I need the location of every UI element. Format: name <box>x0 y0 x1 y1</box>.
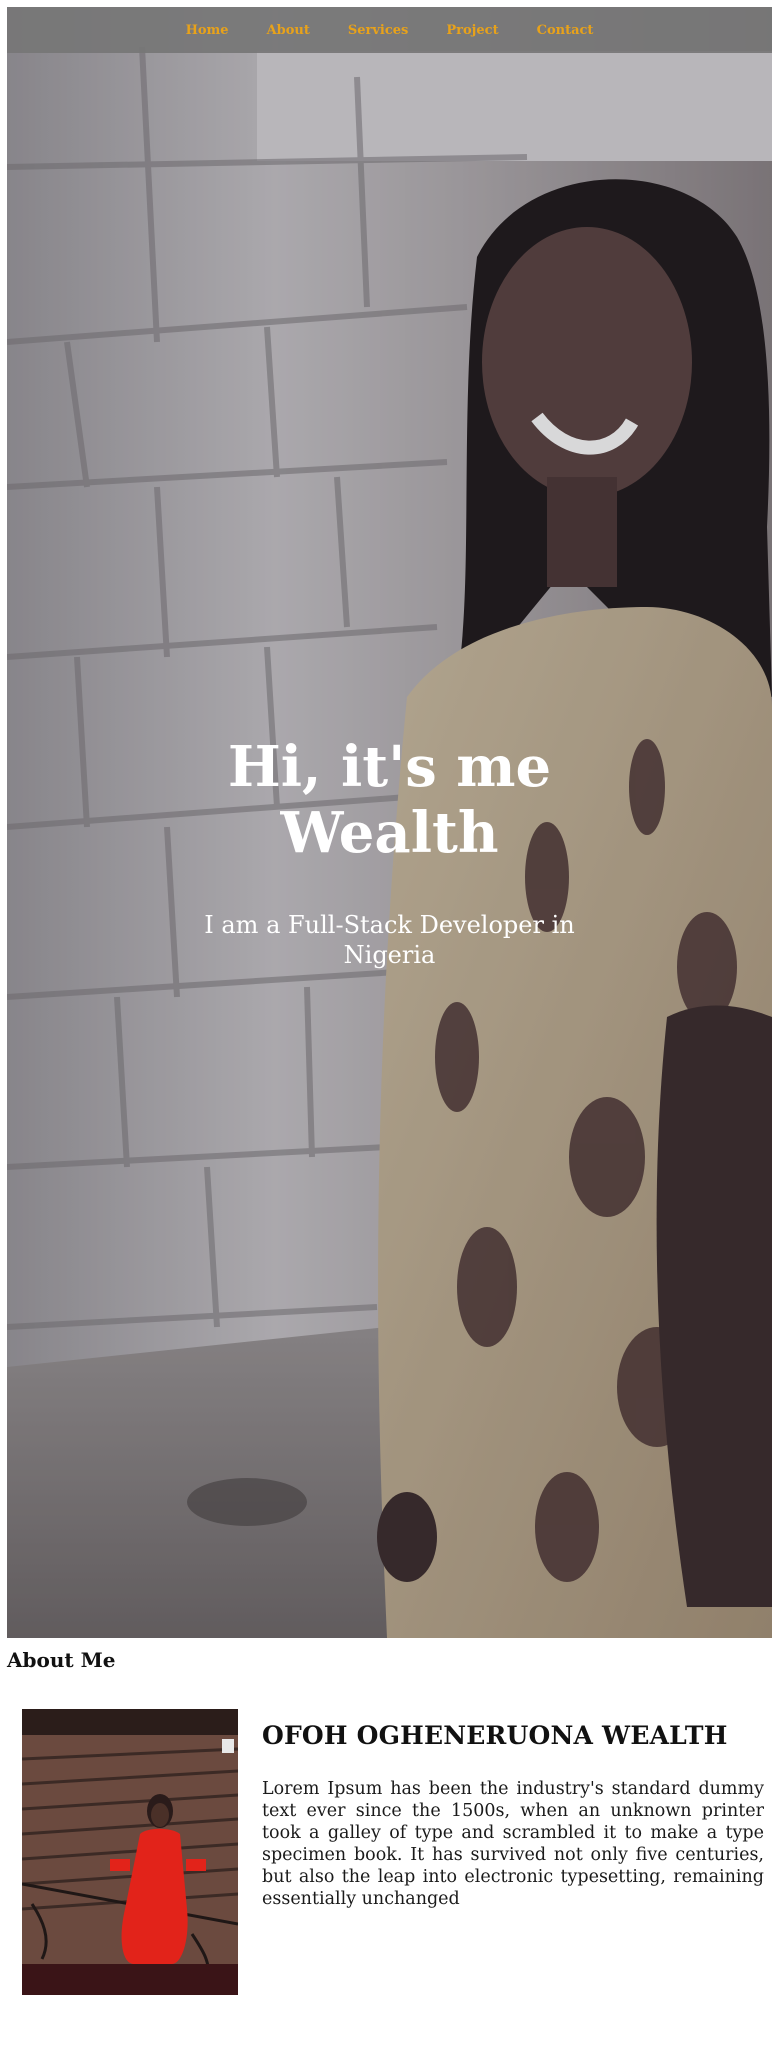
hero-section: Home About Services Project Contact Hi, … <box>7 7 772 1638</box>
top-navigation-bar: Home About Services Project Contact <box>7 7 772 53</box>
nav-link-home[interactable]: Home <box>186 23 229 38</box>
hero-text-block: Hi, it's me Wealth I am a Full-Stack Dev… <box>7 734 772 970</box>
nav-link-about[interactable]: About <box>267 23 310 38</box>
nav-link-contact[interactable]: Contact <box>537 23 594 38</box>
about-full-name: OFOH OGHENERUONA WEALTH <box>262 1721 728 1750</box>
profile-photo-image <box>22 1709 238 1995</box>
about-heading: About Me <box>7 1648 116 1672</box>
nav-link-services[interactable]: Services <box>348 23 409 38</box>
nav-link-project[interactable]: Project <box>446 23 498 38</box>
about-profile-photo <box>22 1709 238 1995</box>
hero-title: Hi, it's me Wealth <box>227 734 552 866</box>
hero-subtitle: I am a Full-Stack Developer in Nigeria <box>204 911 575 969</box>
about-description: Lorem Ipsum has been the industry's stan… <box>262 1779 764 1909</box>
